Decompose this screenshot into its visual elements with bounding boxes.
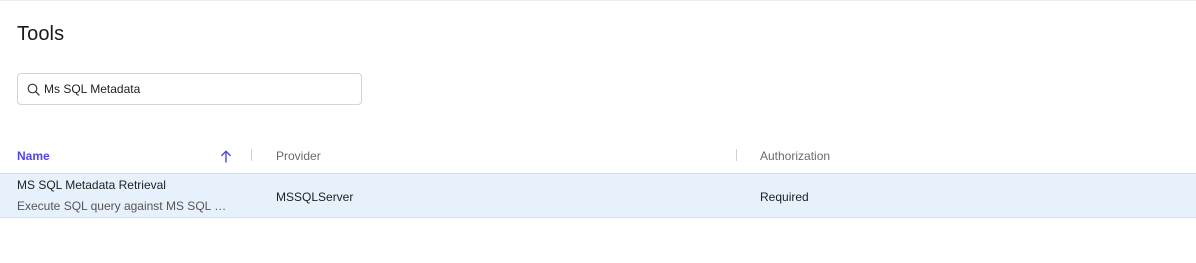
sort-ascending-icon[interactable] bbox=[219, 149, 232, 163]
column-header-name[interactable]: Name bbox=[17, 139, 242, 173]
search-box[interactable] bbox=[17, 73, 362, 105]
column-header-authorization[interactable]: Authorization bbox=[760, 139, 830, 173]
table-row[interactable]: MS SQL Metadata Retrieval Execute SQL qu… bbox=[0, 173, 1196, 218]
search-icon bbox=[26, 82, 40, 96]
column-header-name-label: Name bbox=[17, 149, 50, 163]
cell-provider: MSSQLServer bbox=[276, 190, 354, 204]
page-title: Tools bbox=[17, 23, 65, 45]
tools-table: Name Provider Authorization MS SQL Metad… bbox=[0, 139, 1196, 218]
column-header-provider-label: Provider bbox=[276, 149, 321, 163]
table-header: Name Provider Authorization bbox=[0, 139, 1196, 173]
cell-name: MS SQL Metadata Retrieval Execute SQL qu… bbox=[17, 178, 237, 213]
cell-authorization: Required bbox=[760, 190, 809, 204]
column-header-authorization-label: Authorization bbox=[760, 149, 831, 163]
tool-description: Execute SQL query against MS SQL Server bbox=[17, 199, 233, 213]
column-resize-handle[interactable] bbox=[251, 149, 252, 161]
column-resize-handle[interactable] bbox=[736, 149, 737, 161]
tools-page: Tools Name Provider bbox=[0, 0, 1196, 263]
column-header-provider[interactable]: Provider bbox=[276, 139, 321, 173]
tool-name: MS SQL Metadata Retrieval bbox=[17, 178, 166, 192]
search-input[interactable] bbox=[44, 82, 344, 96]
